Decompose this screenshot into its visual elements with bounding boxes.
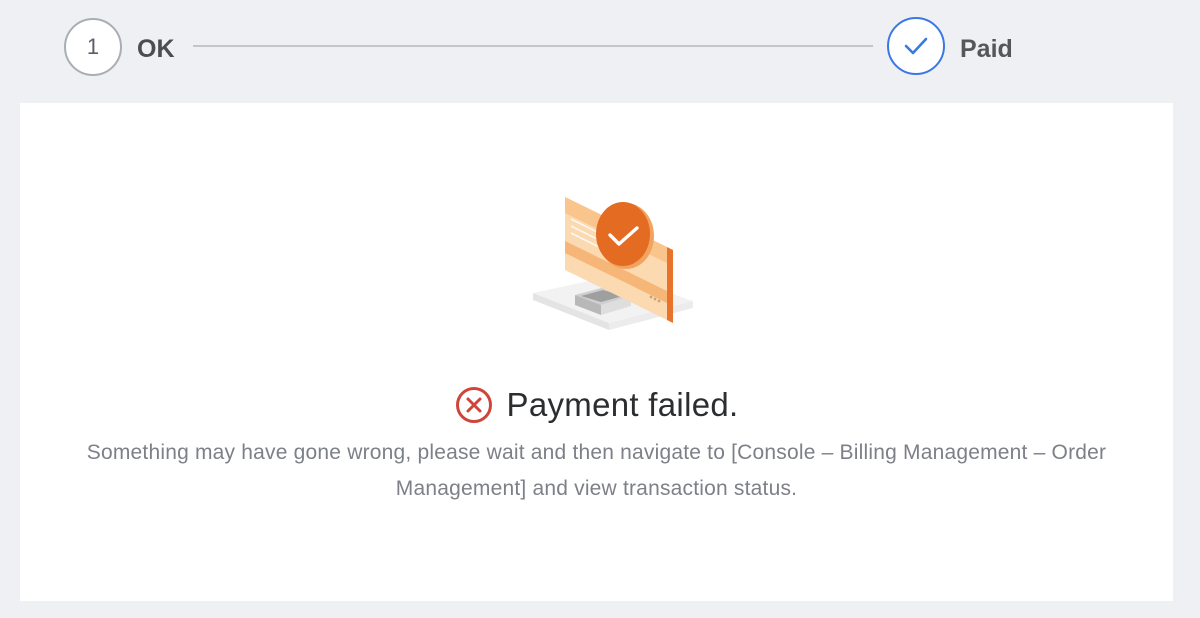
step-2-label: Paid: [960, 35, 1013, 63]
step-1-number: 1: [86, 34, 100, 59]
result-card: Payment failed. Something may have gone …: [20, 103, 1173, 601]
status-title: Payment failed.: [506, 386, 739, 423]
error-circle-icon: [455, 387, 492, 423]
status-description: Something may have gone wrong, please wa…: [86, 441, 1107, 500]
step-1-label: OK: [137, 35, 175, 63]
progress-stepper: 1 OK Paid: [0, 0, 1200, 100]
status-row: Payment failed.: [20, 383, 1173, 427]
monitor-payment-illustration: [533, 197, 693, 330]
step-connector-line: [193, 45, 873, 47]
checkmark-icon: [904, 37, 928, 55]
step-2-circle: [887, 17, 945, 75]
step-1-circle: 1: [64, 18, 122, 76]
